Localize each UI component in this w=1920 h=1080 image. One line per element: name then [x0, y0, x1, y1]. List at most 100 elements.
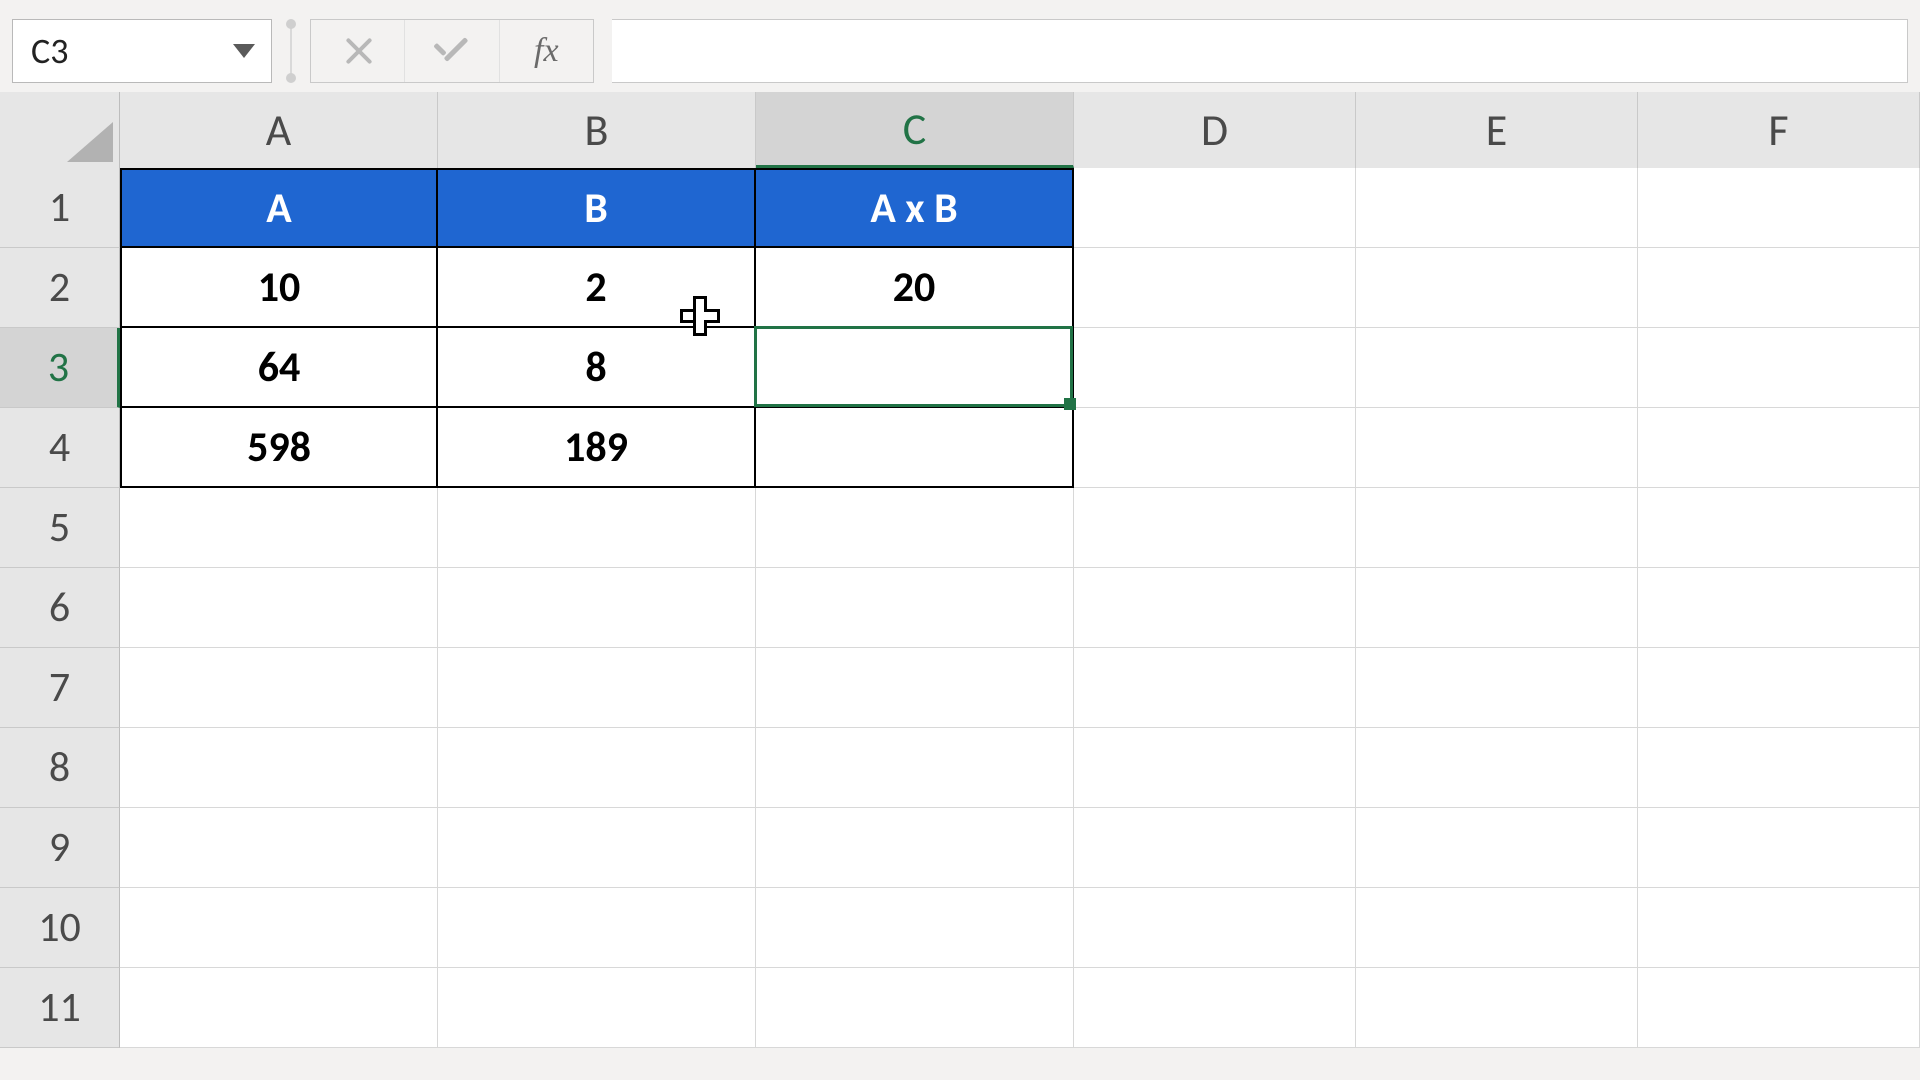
- cell-C5[interactable]: [756, 488, 1074, 568]
- cell-B2[interactable]: 2: [438, 248, 756, 328]
- enter-button[interactable]: [404, 20, 498, 82]
- worksheet[interactable]: A B C D E F 1 A B A x B 2 10 2 20: [0, 92, 1920, 1048]
- cell-F10[interactable]: [1638, 888, 1920, 968]
- cell-B7[interactable]: [438, 648, 756, 728]
- cell-D2[interactable]: [1074, 248, 1356, 328]
- cell-B5[interactable]: [438, 488, 756, 568]
- grid-row: 11: [0, 968, 1920, 1048]
- cell-E5[interactable]: [1356, 488, 1638, 568]
- cell-F7[interactable]: [1638, 648, 1920, 728]
- cell-C3[interactable]: [756, 328, 1074, 408]
- column-header-D[interactable]: D: [1074, 92, 1356, 168]
- column-header-B[interactable]: B: [438, 92, 756, 168]
- column-header-C[interactable]: C: [756, 92, 1074, 168]
- cell-E9[interactable]: [1356, 808, 1638, 888]
- cell-C6[interactable]: [756, 568, 1074, 648]
- row-header-1[interactable]: 1: [0, 168, 120, 248]
- row-header-4[interactable]: 4: [0, 408, 120, 488]
- grid-row: 4 598 189: [0, 408, 1920, 488]
- cell-D4[interactable]: [1074, 408, 1356, 488]
- row-header-3[interactable]: 3: [0, 328, 120, 408]
- cell-A2[interactable]: 10: [120, 248, 438, 328]
- row-header-10[interactable]: 10: [0, 888, 120, 968]
- grid-row: 9: [0, 808, 1920, 888]
- cell-C4[interactable]: [756, 408, 1074, 488]
- row-header-7[interactable]: 7: [0, 648, 120, 728]
- insert-function-button[interactable]: fx: [499, 20, 593, 82]
- cell-A3[interactable]: 64: [120, 328, 438, 408]
- cell-D3[interactable]: [1074, 328, 1356, 408]
- close-icon: [343, 36, 373, 66]
- cell-A8[interactable]: [120, 728, 438, 808]
- cell-A11[interactable]: [120, 968, 438, 1048]
- grid-row: 5: [0, 488, 1920, 568]
- row-header-11[interactable]: 11: [0, 968, 120, 1048]
- chevron-down-icon[interactable]: [233, 44, 255, 58]
- cell-E11[interactable]: [1356, 968, 1638, 1048]
- cell-F9[interactable]: [1638, 808, 1920, 888]
- cell-A1[interactable]: A: [120, 168, 438, 248]
- cell-B4[interactable]: 189: [438, 408, 756, 488]
- cell-D5[interactable]: [1074, 488, 1356, 568]
- cell-F3[interactable]: [1638, 328, 1920, 408]
- cell-C10[interactable]: [756, 888, 1074, 968]
- cell-B9[interactable]: [438, 808, 756, 888]
- grid-row: 10: [0, 888, 1920, 968]
- formula-input[interactable]: [612, 19, 1908, 83]
- cell-E7[interactable]: [1356, 648, 1638, 728]
- row-header-5[interactable]: 5: [0, 488, 120, 568]
- cell-F8[interactable]: [1638, 728, 1920, 808]
- name-box[interactable]: C3: [12, 19, 272, 83]
- cell-A7[interactable]: [120, 648, 438, 728]
- cell-D10[interactable]: [1074, 888, 1356, 968]
- cell-B11[interactable]: [438, 968, 756, 1048]
- cell-B1[interactable]: B: [438, 168, 756, 248]
- cell-E3[interactable]: [1356, 328, 1638, 408]
- cell-B10[interactable]: [438, 888, 756, 968]
- row-header-6[interactable]: 6: [0, 568, 120, 648]
- row-header-2[interactable]: 2: [0, 248, 120, 328]
- grid-row: 2 10 2 20: [0, 248, 1920, 328]
- cell-D1[interactable]: [1074, 168, 1356, 248]
- cell-B3[interactable]: 8: [438, 328, 756, 408]
- cell-B8[interactable]: [438, 728, 756, 808]
- cell-C11[interactable]: [756, 968, 1074, 1048]
- cell-E6[interactable]: [1356, 568, 1638, 648]
- cell-D8[interactable]: [1074, 728, 1356, 808]
- cell-F1[interactable]: [1638, 168, 1920, 248]
- cell-A9[interactable]: [120, 808, 438, 888]
- cell-D7[interactable]: [1074, 648, 1356, 728]
- cell-F5[interactable]: [1638, 488, 1920, 568]
- grid-rows: 1 A B A x B 2 10 2 20 3 64 8: [0, 168, 1920, 1048]
- cell-F6[interactable]: [1638, 568, 1920, 648]
- cell-F2[interactable]: [1638, 248, 1920, 328]
- select-all-corner[interactable]: [0, 92, 120, 168]
- cell-C7[interactable]: [756, 648, 1074, 728]
- cell-C8[interactable]: [756, 728, 1074, 808]
- column-header-F[interactable]: F: [1638, 92, 1920, 168]
- cell-C9[interactable]: [756, 808, 1074, 888]
- cell-D6[interactable]: [1074, 568, 1356, 648]
- cell-E10[interactable]: [1356, 888, 1638, 968]
- row-header-8[interactable]: 8: [0, 728, 120, 808]
- cell-F11[interactable]: [1638, 968, 1920, 1048]
- cell-F4[interactable]: [1638, 408, 1920, 488]
- cell-B6[interactable]: [438, 568, 756, 648]
- cell-D11[interactable]: [1074, 968, 1356, 1048]
- cell-E4[interactable]: [1356, 408, 1638, 488]
- cancel-button[interactable]: [311, 20, 404, 82]
- column-header-A[interactable]: A: [120, 92, 438, 168]
- row-header-9[interactable]: 9: [0, 808, 120, 888]
- cell-A5[interactable]: [120, 488, 438, 568]
- cell-C2[interactable]: 20: [756, 248, 1074, 328]
- cell-A10[interactable]: [120, 888, 438, 968]
- cell-A4[interactable]: 598: [120, 408, 438, 488]
- cell-E2[interactable]: [1356, 248, 1638, 328]
- column-header-E[interactable]: E: [1356, 92, 1638, 168]
- cell-A6[interactable]: [120, 568, 438, 648]
- cell-D9[interactable]: [1074, 808, 1356, 888]
- grid-row: 6: [0, 568, 1920, 648]
- cell-C1[interactable]: A x B: [756, 168, 1074, 248]
- cell-E1[interactable]: [1356, 168, 1638, 248]
- cell-E8[interactable]: [1356, 728, 1638, 808]
